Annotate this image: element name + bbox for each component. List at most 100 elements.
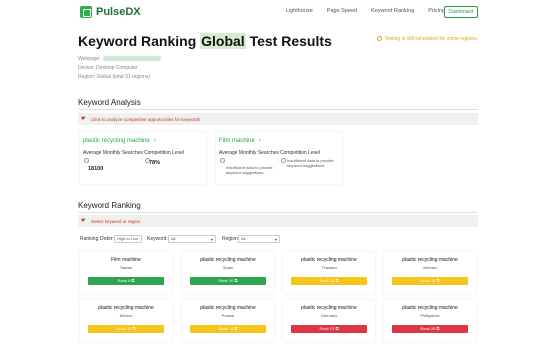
result-region: Vietnam: [422, 265, 438, 270]
dashboard-button[interactable]: Dashboard: [443, 6, 478, 18]
rank-label: Rank 21: [319, 326, 335, 331]
region-label: Region:: [222, 236, 240, 242]
result-keyword: plastic recycling machine: [98, 305, 154, 311]
result-region: Taiwan: [119, 265, 133, 270]
region-select-value: All: [241, 236, 246, 241]
title-highlight: Global: [200, 33, 246, 49]
nav-link-page-speed[interactable]: Page Speed: [327, 8, 357, 14]
result-card: plastic recycling machine Mexico Rank 15…: [80, 300, 172, 342]
result-region: Poland: [221, 313, 235, 318]
result-keyword: Film machine: [111, 257, 141, 263]
info-icon[interactable]: [281, 158, 286, 163]
rank-button[interactable]: Rank 10 ⧉: [190, 277, 266, 285]
ranking-title: Keyword Ranking: [78, 201, 141, 210]
competition-label: Competition Level: [144, 150, 185, 156]
rank-label: Rank 15: [116, 326, 132, 331]
analysis-card: plastic recycling machine › Average Month…: [80, 132, 206, 184]
competition-label: Competition Level: [280, 150, 321, 156]
result-card: plastic recycling machine Poland Rank 15…: [182, 300, 274, 342]
ranking-banner[interactable]: ☛ Select keyword or region: [78, 215, 478, 227]
external-link-icon: ⧉: [436, 326, 440, 331]
title-part-2: Test Results: [245, 33, 332, 49]
keyword-label: Keyword:: [147, 236, 168, 242]
result-region: Spain: [222, 265, 234, 270]
title-part-1: Keyword Ranking: [78, 33, 201, 49]
external-link-icon: ⧉: [436, 278, 440, 283]
external-link-icon: ⧉: [234, 278, 238, 283]
webpage-row: Webpage:: [78, 56, 161, 62]
result-card: plastic recycling machine Thailand Rank …: [283, 252, 375, 294]
logo[interactable]: PulseDX: [80, 6, 141, 18]
keyword-select-value: All: [171, 236, 176, 241]
result-region: Philippines: [420, 313, 440, 318]
rank-button[interactable]: Rank 14 ⧉: [392, 277, 468, 285]
analysis-keyword: plastic recycling machine: [83, 138, 150, 144]
rank-button[interactable]: Rank 21 ⧉: [291, 325, 367, 333]
result-region: Germany: [320, 313, 338, 318]
result-region: Thailand: [321, 265, 337, 270]
result-card: plastic recycling machine Philippines Ra…: [384, 300, 476, 342]
divider: [78, 109, 478, 110]
analysis-title: Keyword Analysis: [78, 98, 141, 107]
webpage-label: Webpage:: [78, 56, 101, 62]
pointer-icon: ☛: [81, 218, 87, 224]
rank-button[interactable]: Rank 9 ⧉: [88, 277, 164, 285]
rank-label: Rank 9: [117, 278, 131, 283]
result-keyword: plastic recycling machine: [301, 305, 357, 311]
logo-icon: [80, 6, 92, 18]
result-keyword: plastic recycling machine: [301, 257, 357, 263]
divider: [78, 212, 478, 213]
external-link-icon: ⧉: [132, 326, 136, 331]
nav-link-pricing[interactable]: Pricing: [428, 8, 445, 14]
device-info: Device: Desktop Computer: [78, 65, 138, 71]
region-select[interactable]: All ▾: [238, 235, 280, 243]
result-keyword: plastic recycling machine: [402, 257, 458, 263]
region-info: Region: Global (total 31 regions): [78, 74, 150, 80]
result-keyword: plastic recycling machine: [200, 305, 256, 311]
analysis-keyword-link[interactable]: Film machine ›: [219, 138, 261, 144]
chevron-down-icon: ▾: [210, 237, 213, 242]
rank-button[interactable]: Rank 15 ⧉: [190, 325, 266, 333]
ranking-banner-text: Select keyword or region: [91, 218, 141, 224]
chevron-down-icon: ▾: [274, 237, 277, 242]
rank-button[interactable]: Rank 15 ⧉: [88, 325, 164, 333]
blurred-url: [102, 56, 161, 61]
rank-button[interactable]: Rank 28 ⧉: [392, 325, 468, 333]
analysis-banner-text: Click to analyze competitive opportuniti…: [91, 116, 201, 122]
schedule-notice: Testing is still scheduled for some regi…: [377, 36, 478, 42]
result-keyword: plastic recycling machine: [200, 257, 256, 263]
competition-value: 78%: [149, 160, 161, 166]
ams-value: Insufficient data to provide keyword sug…: [226, 165, 273, 175]
rank-button[interactable]: Rank 14 ⧉: [291, 277, 367, 285]
keyword-select[interactable]: All ▾: [168, 235, 216, 243]
rank-label: Rank 14: [420, 278, 436, 283]
external-link-icon: ⧉: [234, 326, 238, 331]
nav-link-lighthouse[interactable]: Lighthouse: [286, 8, 313, 14]
analysis-keyword-link[interactable]: plastic recycling machine ›: [83, 138, 156, 144]
info-icon[interactable]: [220, 158, 225, 163]
page-title: Keyword Ranking Global Test Results: [78, 33, 332, 49]
rank-label: Rank 15: [218, 326, 234, 331]
nav-link-keyword-ranking[interactable]: Keyword Ranking: [371, 8, 414, 14]
nav-links: Lighthouse Page Speed Keyword Ranking Pr…: [272, 8, 445, 14]
analysis-card: Film machine › Average Monthly Searches C…: [216, 132, 342, 184]
ams-label: Average Monthly Searches: [219, 150, 279, 156]
competition-value: Insufficient data to provide keyword sug…: [287, 158, 334, 168]
rank-label: Rank 14: [319, 278, 335, 283]
ranking-order-select[interactable]: High to Low: [114, 235, 142, 243]
info-icon: [377, 36, 383, 41]
info-icon[interactable]: [84, 158, 89, 163]
ams-value: 18100: [88, 166, 104, 172]
analysis-keyword: Film machine: [219, 138, 255, 144]
chevron-right-icon: ›: [153, 138, 156, 144]
rank-label: Rank 10: [218, 278, 234, 283]
result-region: Mexico: [119, 313, 133, 318]
rank-label: Rank 28: [420, 326, 436, 331]
external-link-icon: ⧉: [131, 278, 135, 283]
analysis-banner[interactable]: ☛ Click to analyze competitive opportuni…: [78, 113, 478, 125]
external-link-icon: ⧉: [335, 278, 339, 283]
top-nav: PulseDX Lighthouse Page Speed Keyword Ra…: [0, 0, 560, 24]
result-card: plastic recycling machine Vietnam Rank 1…: [384, 252, 476, 294]
external-link-icon: ⧉: [335, 326, 339, 331]
ranking-order-label: Ranking Order:: [80, 236, 114, 242]
